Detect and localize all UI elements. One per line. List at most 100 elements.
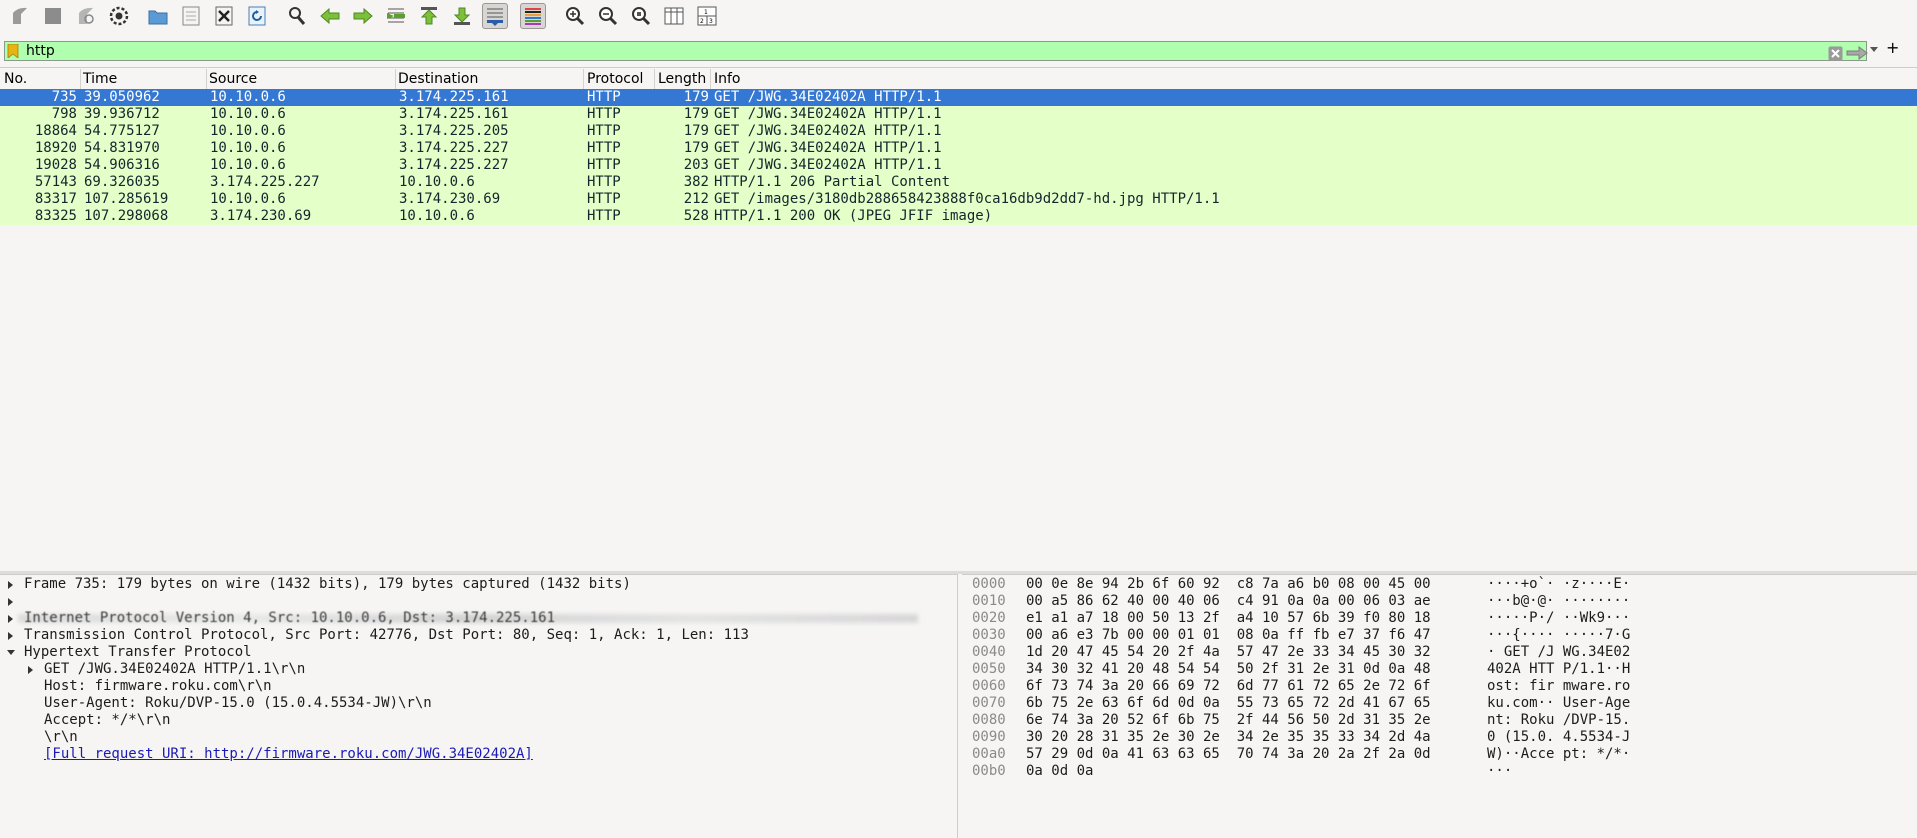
auto-scroll-icon[interactable] bbox=[482, 3, 508, 29]
packet-row[interactable]: 19028 54.906316 10.10.0.6 3.174.225.227 HTTP… bbox=[0, 157, 1917, 174]
packet-row[interactable]: 18920 54.831970 10.10.0.6 3.174.225.227 HTTP… bbox=[0, 140, 1917, 157]
zoom-normal-icon[interactable] bbox=[628, 3, 654, 29]
packet-time: 107.285619 bbox=[84, 191, 169, 207]
expand-arrow-icon[interactable] bbox=[8, 581, 13, 589]
column-header-protocol[interactable]: Protocol bbox=[587, 71, 643, 87]
hex-bytes: 6b 75 2e 63 6f 6d 0d 0a 55 73 65 72 2d 4… bbox=[1026, 695, 1431, 711]
column-header-length[interactable]: Length bbox=[658, 71, 706, 87]
column-header-no[interactable]: No. bbox=[4, 71, 27, 87]
packet-bytes-pane: 0000 00 0e 8e 94 2b 6f 60 92 c8 7a a6 b0 … bbox=[962, 574, 1917, 838]
svg-text:2: 2 bbox=[700, 18, 704, 25]
packet-no: 83325 bbox=[34, 208, 77, 224]
full-request-uri-link[interactable]: [Full request URI: http://firmware.roku.… bbox=[44, 746, 533, 763]
hex-ascii: · GET /J WG.34E02 bbox=[1487, 644, 1631, 660]
hex-bytes: 6e 74 3a 20 52 6f 6b 75 2f 44 56 50 2d 3… bbox=[1026, 712, 1431, 728]
packet-row[interactable]: 735 39.050962 10.10.0.6 3.174.225.161 HTTP 17… bbox=[0, 89, 1917, 106]
hex-bytes: e1 a1 a7 18 00 50 13 2f a4 10 57 6b 39 f… bbox=[1026, 610, 1431, 626]
resize-columns-icon[interactable] bbox=[661, 3, 687, 29]
collapse-arrow-icon[interactable] bbox=[7, 650, 15, 655]
packet-source: 10.10.0.6 bbox=[210, 140, 286, 156]
packet-row[interactable]: 57143 69.326035 3.174.225.227 10.10.0.6 HTTP… bbox=[0, 174, 1917, 191]
packet-source: 3.174.230.69 bbox=[210, 208, 312, 224]
display-filter-input[interactable]: http bbox=[4, 41, 1868, 61]
packet-protocol: HTTP bbox=[587, 157, 621, 173]
packet-info: GET /JWG.34E02402A HTTP/1.1 bbox=[714, 140, 942, 156]
hex-ascii: ku.com·· User-Age bbox=[1487, 695, 1631, 711]
filter-text[interactable]: http bbox=[26, 42, 55, 61]
capture-options-icon[interactable] bbox=[106, 3, 132, 29]
expand-arrow-icon[interactable] bbox=[8, 598, 13, 606]
packet-protocol: HTTP bbox=[587, 191, 621, 207]
packet-info: HTTP/1.1 206 Partial Content bbox=[714, 174, 951, 190]
zoom-out-icon[interactable] bbox=[595, 3, 621, 29]
http-accept: Accept: */*\r\n bbox=[44, 712, 171, 728]
save-file-icon[interactable] bbox=[178, 3, 204, 29]
packet-row[interactable]: 83325 107.298068 3.174.230.69 10.10.0.6 HTTP… bbox=[0, 208, 1917, 225]
reload-file-icon[interactable] bbox=[244, 3, 270, 29]
packet-no: 19028 bbox=[34, 157, 77, 173]
packet-no: 18920 bbox=[34, 140, 77, 156]
http-summary: Hypertext Transfer Protocol bbox=[24, 644, 252, 660]
find-packet-icon[interactable] bbox=[284, 3, 310, 29]
close-file-icon[interactable] bbox=[211, 3, 237, 29]
go-forward-icon[interactable] bbox=[350, 3, 376, 29]
expand-arrow-icon[interactable] bbox=[8, 615, 13, 623]
http-request-line: GET /JWG.34E02402A HTTP/1.1\r\n bbox=[44, 661, 306, 677]
chevron-down-icon[interactable] bbox=[1868, 43, 1880, 55]
hex-ascii: 0 (15.0. 4.5534-J bbox=[1487, 729, 1631, 745]
packet-destination: 10.10.0.6 bbox=[399, 208, 475, 224]
packet-destination: 3.174.225.161 bbox=[399, 89, 509, 105]
apply-filter-icon[interactable] bbox=[1846, 46, 1868, 60]
hex-ascii: 402A HTT P/1.1··H bbox=[1487, 661, 1631, 677]
packet-destination: 3.174.225.161 bbox=[399, 106, 509, 122]
zoom-in-icon[interactable] bbox=[562, 3, 588, 29]
column-header-info[interactable]: Info bbox=[714, 71, 741, 87]
packet-row[interactable]: 798 39.936712 10.10.0.6 3.174.225.161 HTTP 17… bbox=[0, 106, 1917, 123]
packet-no: 18864 bbox=[34, 123, 77, 139]
add-filter-button[interactable]: + bbox=[1886, 38, 1899, 57]
restart-capture-icon[interactable] bbox=[73, 3, 99, 29]
hex-offset: 0010 bbox=[972, 593, 1006, 609]
column-header-time[interactable]: Time bbox=[83, 71, 117, 87]
stop-capture-icon[interactable] bbox=[40, 3, 66, 29]
bookmark-icon[interactable] bbox=[7, 44, 19, 58]
packet-info: HTTP/1.1 200 OK (JPEG JFIF image) bbox=[714, 208, 993, 224]
frame-summary: Frame 735: 179 bytes on wire (1432 bits)… bbox=[24, 576, 631, 592]
packet-protocol: HTTP bbox=[587, 123, 621, 139]
packet-destination: 3.174.225.227 bbox=[399, 140, 509, 156]
svg-text:1: 1 bbox=[704, 9, 708, 16]
packet-length: 179 bbox=[683, 89, 709, 105]
colorize-icon[interactable] bbox=[520, 3, 546, 29]
packet-row[interactable]: 83317 107.285619 10.10.0.6 3.174.230.69 HTTP… bbox=[0, 191, 1917, 208]
packet-length: 203 bbox=[683, 157, 709, 173]
packet-info: GET /JWG.34E02402A HTTP/1.1 bbox=[714, 106, 942, 122]
svg-text:3: 3 bbox=[709, 18, 713, 25]
clear-filter-icon[interactable] bbox=[1828, 46, 1843, 61]
hex-offset: 0070 bbox=[972, 695, 1006, 711]
expand-arrow-icon[interactable] bbox=[8, 632, 13, 640]
layout-icon[interactable]: 123 bbox=[694, 3, 720, 29]
http-user-agent: User-Agent: Roku/DVP-15.0 (15.0.4.5534-J… bbox=[44, 695, 432, 711]
packet-info: GET /JWG.34E02402A HTTP/1.1 bbox=[714, 89, 942, 105]
packet-source: 10.10.0.6 bbox=[210, 191, 286, 207]
packet-protocol: HTTP bbox=[587, 208, 621, 224]
packet-no: 798 bbox=[51, 106, 77, 122]
column-header-source[interactable]: Source bbox=[209, 71, 257, 87]
packet-row[interactable]: 18864 54.775127 10.10.0.6 3.174.225.205 HTTP… bbox=[0, 123, 1917, 140]
go-to-packet-icon[interactable] bbox=[383, 3, 409, 29]
go-back-icon[interactable] bbox=[317, 3, 343, 29]
packet-time: 54.831970 bbox=[84, 140, 160, 156]
open-file-icon[interactable] bbox=[145, 3, 171, 29]
column-header-destination[interactable]: Destination bbox=[398, 71, 478, 87]
last-packet-icon[interactable] bbox=[449, 3, 475, 29]
start-capture-icon[interactable] bbox=[7, 3, 33, 29]
hex-bytes: 6f 73 74 3a 20 66 69 72 6d 77 61 72 65 2… bbox=[1026, 678, 1431, 694]
hex-bytes: 0a 0d 0a bbox=[1026, 763, 1094, 779]
packet-source: 10.10.0.6 bbox=[210, 157, 286, 173]
hex-ascii: ··· bbox=[1487, 763, 1513, 779]
hex-offset: 00b0 bbox=[972, 763, 1006, 779]
hex-offset: 0040 bbox=[972, 644, 1006, 660]
packet-no: 83317 bbox=[34, 191, 77, 207]
expand-arrow-icon[interactable] bbox=[28, 666, 33, 674]
first-packet-icon[interactable] bbox=[416, 3, 442, 29]
